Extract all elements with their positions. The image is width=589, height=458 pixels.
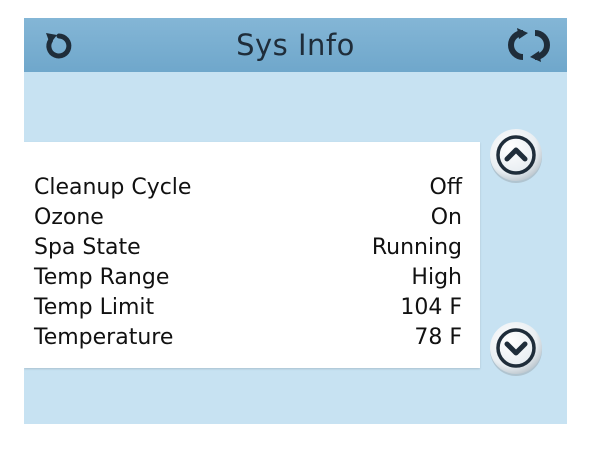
info-label: Ozone <box>34 205 104 230</box>
info-label: Spa State <box>34 235 141 260</box>
info-row-temp-range: Temp Range High <box>34 263 462 293</box>
info-row-temp-limit: Temp Limit 104 F <box>34 293 462 323</box>
chevron-down-icon <box>490 322 542 376</box>
scroll-up-button[interactable] <box>486 125 546 185</box>
info-value: Running <box>371 235 462 260</box>
page-title: Sys Info <box>236 28 355 62</box>
sys-info-panel: Cleanup Cycle Off Ozone On Spa State Run… <box>24 142 480 368</box>
info-label: Cleanup Cycle <box>34 175 192 200</box>
info-label: Temp Limit <box>34 295 155 320</box>
scroll-down-button[interactable] <box>486 318 546 378</box>
info-row-cleanup-cycle: Cleanup Cycle Off <box>34 173 462 203</box>
info-value: On <box>430 205 462 230</box>
refresh-button[interactable] <box>504 27 554 63</box>
spa-screen: Sys Info Cleanup Cycle Off Ozone On Spa … <box>24 18 567 424</box>
chevron-up-icon <box>490 129 542 183</box>
info-label: Temp Range <box>34 265 170 290</box>
info-value: 78 F <box>414 325 462 350</box>
info-label: Temperature <box>34 325 174 350</box>
info-row-ozone: Ozone On <box>34 203 462 233</box>
info-value: Off <box>429 175 462 200</box>
header-bar: Sys Info <box>24 18 567 72</box>
info-value: High <box>411 265 462 290</box>
refresh-icon <box>508 28 550 62</box>
info-list: Cleanup Cycle Off Ozone On Spa State Run… <box>34 173 462 353</box>
info-row-spa-state: Spa State Running <box>34 233 462 263</box>
info-row-temperature: Temperature 78 F <box>34 323 462 353</box>
info-value: 104 F <box>400 295 462 320</box>
